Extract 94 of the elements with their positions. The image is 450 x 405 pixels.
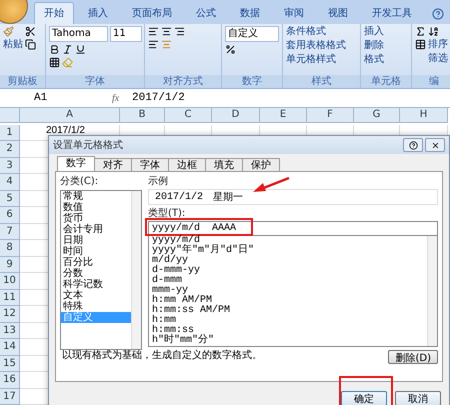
ribbon-tab[interactable]: 视图: [318, 2, 358, 24]
format-item[interactable]: d-mmm-yy: [149, 266, 427, 276]
category-item[interactable]: 会计专用: [61, 224, 131, 235]
dialog-title: 设置单元格格式: [53, 138, 123, 152]
column-header[interactable]: B: [120, 108, 165, 123]
sample-value: 2017/1/2: [155, 192, 204, 202]
formula-field[interactable]: 2017/1/2: [132, 92, 185, 104]
format-item[interactable]: mmm-yy: [149, 286, 427, 296]
category-item[interactable]: 日期: [61, 235, 131, 246]
column-header[interactable]: E: [260, 108, 307, 123]
group-label: 编: [412, 75, 450, 88]
column-header[interactable]: G: [354, 108, 400, 123]
group-label: 样式: [283, 75, 360, 88]
category-item[interactable]: 数值: [61, 202, 131, 213]
category-item[interactable]: 货币: [61, 213, 131, 224]
type-input[interactable]: yyyy/m/d AAAA: [148, 221, 438, 236]
row-header[interactable]: 4: [0, 174, 20, 190]
column-header[interactable]: F: [307, 108, 354, 123]
group-label: 剪贴板: [0, 75, 45, 88]
number-format-field[interactable]: 自定义: [225, 26, 279, 42]
row-header[interactable]: 5: [0, 190, 20, 207]
row-header[interactable]: 7: [0, 224, 20, 240]
ribbon-tab[interactable]: 页面布局: [122, 2, 182, 24]
ribbon-tab[interactable]: 开发工具: [362, 2, 422, 24]
format-item[interactable]: h:mm: [149, 316, 427, 326]
type-label: 类型(T):: [148, 208, 186, 220]
style-menu-button[interactable]: 条件格式: [286, 26, 346, 38]
function-button[interactable]: fx: [112, 92, 132, 104]
format-item[interactable]: d-mmm: [149, 276, 427, 286]
row-header[interactable]: 13: [0, 322, 20, 339]
style-menu-button[interactable]: 套用表格格式: [286, 40, 346, 52]
row-header[interactable]: 16: [0, 372, 20, 388]
ok-button[interactable]: 确定: [341, 391, 387, 405]
font-name-field[interactable]: Tahoma: [49, 26, 108, 42]
cancel-button[interactable]: 取消: [395, 391, 441, 405]
row-header[interactable]: 10: [0, 273, 20, 290]
ribbon-tab[interactable]: 数据: [230, 2, 270, 24]
category-item[interactable]: 特殊: [61, 301, 131, 312]
dialog-tab[interactable]: 对齐: [94, 158, 132, 171]
group-label: 数字: [222, 75, 282, 88]
category-label: 分类(C):: [60, 176, 98, 188]
row-header[interactable]: 3: [0, 158, 20, 174]
group-label: 字体: [46, 75, 144, 88]
format-list[interactable]: yyyy/m/d yyyy"年"m"月"d"日" m/d/yy d-mmm-yy d-mmm mmm-yy h:mm AM/PM h:mm:ss AM/PM h:mm h:mm:ss h"时"mm"分": [148, 236, 438, 347]
row-header[interactable]: 12: [0, 306, 20, 322]
description-text: 以现有格式为基础，生成自定义的数字格式。: [62, 348, 262, 362]
filter-label: 筛选: [428, 53, 448, 65]
group-label: 对齐方式: [145, 75, 221, 88]
category-item[interactable]: 常规: [61, 191, 131, 202]
category-list[interactable]: 常规 数值 货币 会计专用 日期 时间 百分比 分数 科学记数 文本 特殊 自定义: [60, 190, 142, 350]
category-item[interactable]: 时间: [61, 246, 131, 257]
ribbon-tab[interactable]: 公式: [186, 2, 226, 24]
row-header[interactable]: 14: [0, 339, 20, 356]
row-header[interactable]: 17: [0, 388, 20, 405]
sample-weekday: 星期一: [213, 190, 244, 204]
style-menu-button[interactable]: 单元格样式: [286, 54, 346, 66]
paste-button[interactable]: 粘贴: [3, 39, 23, 51]
format-item[interactable]: h"时"mm"分": [149, 336, 427, 346]
group-label: 单元格: [361, 75, 411, 88]
category-item[interactable]: 分数: [61, 268, 131, 279]
format-item[interactable]: m/d/yy: [149, 256, 427, 266]
column-header[interactable]: D: [212, 108, 260, 123]
ribbon-tab[interactable]: 审阅: [274, 2, 314, 24]
dialog-tab[interactable]: 字体: [131, 158, 169, 171]
format-item[interactable]: h:mm:ss AM/PM: [149, 306, 427, 316]
format-item[interactable]: yyyy"年"m"月"d"日": [149, 246, 427, 256]
ribbon-tab[interactable]: 开始: [34, 2, 74, 24]
column-header[interactable]: H: [400, 108, 448, 123]
row-header[interactable]: 6: [0, 207, 20, 224]
row-header[interactable]: 9: [0, 256, 20, 273]
row-header[interactable]: 2: [0, 141, 20, 158]
dialog-tab[interactable]: 数字: [57, 156, 95, 171]
name-box[interactable]: A1: [0, 92, 92, 104]
column-header[interactable]: C: [165, 108, 212, 123]
category-item[interactable]: 科学记数: [61, 279, 131, 290]
dialog-tab[interactable]: 保护: [242, 158, 280, 171]
format-item[interactable]: h:mm AM/PM: [149, 296, 427, 306]
row-header[interactable]: 15: [0, 356, 20, 372]
sample-label: 示例: [148, 176, 168, 188]
dialog-tab[interactable]: 填充: [205, 158, 243, 171]
row-header[interactable]: 1: [0, 124, 20, 141]
cell-menu-button[interactable]: 插入: [364, 26, 384, 38]
column-header[interactable]: A: [20, 108, 120, 123]
font-size-field[interactable]: 11: [110, 26, 142, 42]
row-header[interactable]: 8: [0, 240, 20, 256]
delete-button[interactable]: 删除(D): [388, 350, 438, 364]
category-item[interactable]: 文本: [61, 290, 131, 301]
cell-menu-button[interactable]: 格式: [364, 54, 384, 66]
sort-label: 排序: [428, 39, 448, 51]
dialog-tab[interactable]: 边框: [168, 158, 206, 171]
cell-menu-button[interactable]: 删除: [364, 40, 384, 52]
category-item[interactable]: 百分比: [61, 257, 131, 268]
ribbon-tab[interactable]: 插入: [78, 2, 118, 24]
row-header[interactable]: 11: [0, 290, 20, 306]
